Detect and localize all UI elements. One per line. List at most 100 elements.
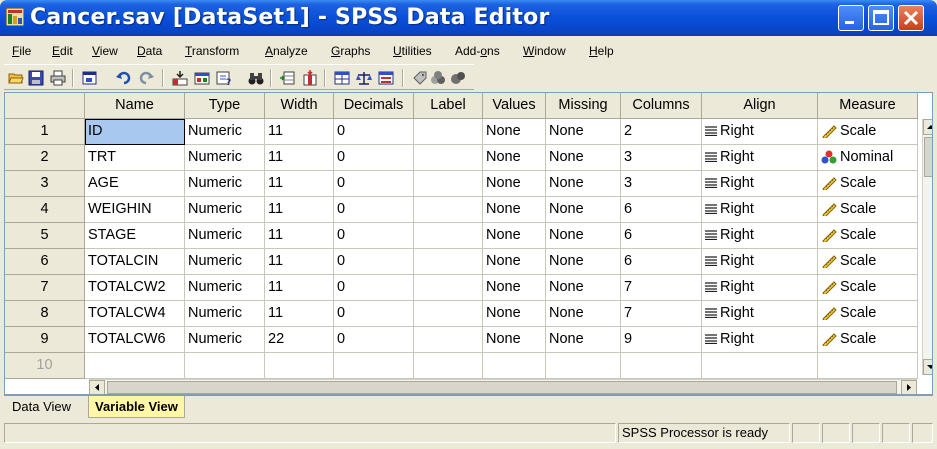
cell-label[interactable]	[414, 327, 483, 353]
cell-width[interactable]: 11	[265, 119, 334, 145]
cell-decimals[interactable]: 0	[334, 301, 414, 327]
close-button[interactable]	[898, 5, 924, 31]
cell-values[interactable]: None	[483, 119, 546, 145]
cell-align[interactable]: Right	[702, 223, 818, 249]
cell-columns[interactable]: 7	[621, 275, 702, 301]
cell-name[interactable]: AGE	[85, 171, 185, 197]
cell-align[interactable]: Right	[702, 119, 818, 145]
cell-align[interactable]: Right	[702, 275, 818, 301]
title-bar[interactable]: Cancer.sav [DataSet1] - SPSS Data Editor	[0, 0, 937, 36]
tab-data-view[interactable]: Data View	[6, 396, 77, 418]
row-header[interactable]: 6	[5, 249, 85, 275]
cell-missing[interactable]: None	[546, 171, 621, 197]
cell-name[interactable]: ID	[85, 119, 185, 145]
cell-width[interactable]: 11	[265, 197, 334, 223]
cell-measure[interactable]: Scale	[818, 301, 918, 327]
cell-label[interactable]	[414, 171, 483, 197]
column-header-decimals[interactable]: Decimals	[334, 93, 414, 119]
cell-width[interactable]: 22	[265, 327, 334, 353]
cell-measure[interactable]: Scale	[818, 275, 918, 301]
cell-type[interactable]: Numeric	[185, 301, 265, 327]
cell-columns[interactable]: 2	[621, 119, 702, 145]
column-header-columns[interactable]: Columns	[621, 93, 702, 119]
row-header[interactable]: 1	[5, 119, 85, 145]
binoculars-icon[interactable]	[248, 70, 264, 86]
cell-values[interactable]: None	[483, 275, 546, 301]
cell-values[interactable]: None	[483, 249, 546, 275]
cell-measure[interactable]: Scale	[818, 249, 918, 275]
scroll-up-button[interactable]	[923, 119, 932, 135]
cell-align[interactable]: Right	[702, 145, 818, 171]
cell-measure[interactable]: Scale	[818, 197, 918, 223]
cell-width[interactable]: 11	[265, 145, 334, 171]
row-header[interactable]: 2	[5, 145, 85, 171]
cell-values[interactable]: None	[483, 301, 546, 327]
cell-type[interactable]: Numeric	[185, 327, 265, 353]
cell-values[interactable]: None	[483, 171, 546, 197]
cell-decimals[interactable]: 0	[334, 119, 414, 145]
scroll-down-button[interactable]	[923, 359, 932, 375]
open-icon[interactable]	[8, 70, 24, 86]
minimize-button[interactable]	[838, 5, 864, 31]
cell-measure[interactable]: Scale	[818, 327, 918, 353]
cell-measure[interactable]: Scale	[818, 223, 918, 249]
empty-cell[interactable]	[702, 353, 818, 379]
menu-add-ons[interactable]: Add-ons	[455, 44, 500, 58]
column-header-name[interactable]: Name	[85, 93, 185, 119]
undo-icon[interactable]	[116, 70, 132, 86]
menu-file[interactable]: File	[12, 44, 31, 58]
cell-type[interactable]: Numeric	[185, 145, 265, 171]
cell-width[interactable]: 11	[265, 171, 334, 197]
cell-align[interactable]: Right	[702, 249, 818, 275]
cell-missing[interactable]: None	[546, 275, 621, 301]
cell-columns[interactable]: 3	[621, 145, 702, 171]
save-icon[interactable]	[28, 70, 44, 86]
cell-name[interactable]: TOTALCW6	[85, 327, 185, 353]
menu-edit[interactable]: Edit	[52, 44, 73, 58]
empty-cell[interactable]	[818, 353, 918, 379]
menu-transform[interactable]: Transform	[185, 44, 239, 58]
column-header-measure[interactable]: Measure	[818, 93, 918, 119]
cell-align[interactable]: Right	[702, 197, 818, 223]
column-header-type[interactable]: Type	[185, 93, 265, 119]
cell-missing[interactable]: None	[546, 197, 621, 223]
cell-missing[interactable]: None	[546, 119, 621, 145]
cell-name[interactable]: TOTALCIN	[85, 249, 185, 275]
menu-help[interactable]: Help	[589, 44, 614, 58]
cell-type[interactable]: Numeric	[185, 119, 265, 145]
row-header[interactable]: 3	[5, 171, 85, 197]
row-header[interactable]: 4	[5, 197, 85, 223]
cell-decimals[interactable]: 0	[334, 327, 414, 353]
cell-name[interactable]: STAGE	[85, 223, 185, 249]
empty-cell[interactable]	[621, 353, 702, 379]
cell-name[interactable]: TOTALCW4	[85, 301, 185, 327]
cell-name[interactable]: TRT	[85, 145, 185, 171]
menu-analyze[interactable]: Analyze	[265, 44, 308, 58]
cell-missing[interactable]: None	[546, 327, 621, 353]
cell-width[interactable]: 11	[265, 223, 334, 249]
empty-cell[interactable]	[483, 353, 546, 379]
cell-measure[interactable]: Scale	[818, 171, 918, 197]
cell-label[interactable]	[414, 301, 483, 327]
row-header[interactable]: 9	[5, 327, 85, 353]
vertical-scroll-thumb[interactable]	[924, 137, 932, 177]
cell-type[interactable]: Numeric	[185, 275, 265, 301]
cell-columns[interactable]: 6	[621, 223, 702, 249]
vertical-scrollbar[interactable]	[922, 119, 932, 375]
cell-label[interactable]	[414, 145, 483, 171]
cell-decimals[interactable]: 0	[334, 275, 414, 301]
select-cases-icon[interactable]	[378, 70, 394, 86]
menu-view[interactable]: View	[92, 44, 118, 58]
cell-columns[interactable]: 6	[621, 197, 702, 223]
cell-type[interactable]: Numeric	[185, 223, 265, 249]
cell-width[interactable]: 11	[265, 301, 334, 327]
column-header-label[interactable]: Label	[414, 93, 483, 119]
column-header-values[interactable]: Values	[483, 93, 546, 119]
use-sets-icon[interactable]	[430, 70, 446, 86]
show-all-variables-icon[interactable]	[450, 70, 466, 86]
empty-cell[interactable]	[85, 353, 185, 379]
cell-label[interactable]	[414, 223, 483, 249]
cell-align[interactable]: Right	[702, 301, 818, 327]
cell-decimals[interactable]: 0	[334, 249, 414, 275]
cell-missing[interactable]: None	[546, 145, 621, 171]
